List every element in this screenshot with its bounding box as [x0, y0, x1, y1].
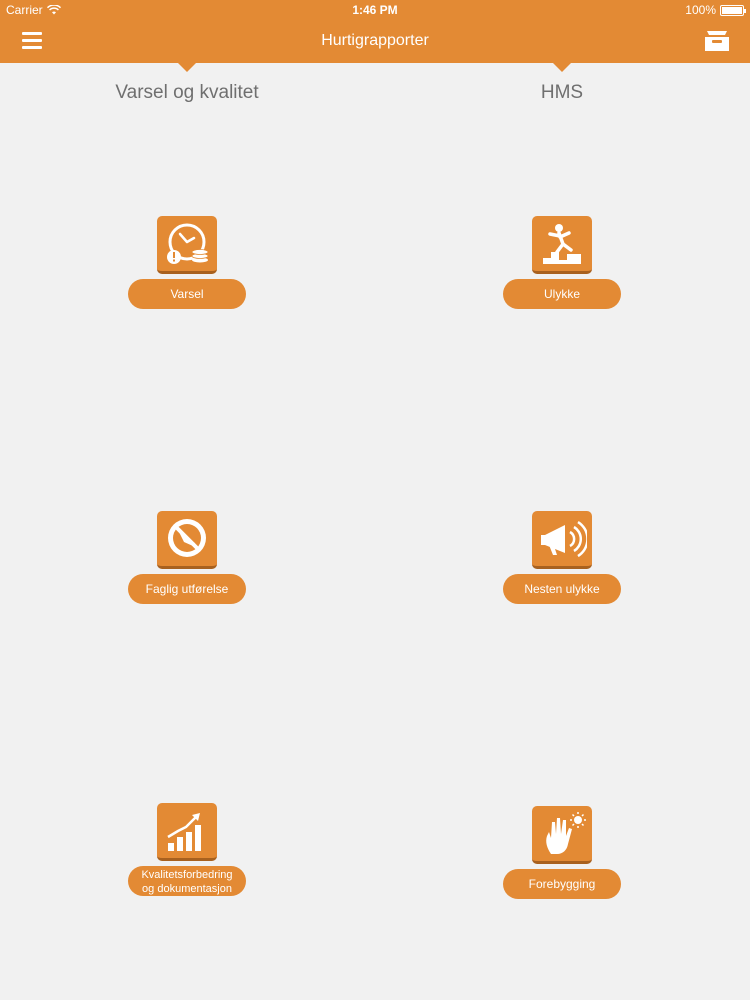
growth-chart-icon	[157, 803, 217, 861]
clock-warning-icon	[157, 216, 217, 274]
tile-label-forebygging[interactable]: Forebygging	[503, 869, 621, 899]
status-bar: Carrier 1:46 PM 100%	[0, 0, 750, 20]
battery-icon	[720, 4, 746, 16]
nav-bar: Hurtigrapporter	[0, 20, 750, 63]
tray-icon[interactable]	[704, 29, 730, 53]
tile-label-ulykke[interactable]: Ulykke	[503, 279, 621, 309]
page-title: Hurtigrapporter	[321, 32, 429, 49]
prohibited-tool-icon	[157, 511, 217, 569]
status-right: 100%	[685, 3, 746, 17]
status-time: 1:46 PM	[352, 3, 398, 17]
tile-label-line2: og dokumentasjon	[142, 883, 232, 895]
tile-label-kvalitetsforbedring[interactable]: Kvalitetsforbedring og dokumentasjon	[128, 866, 246, 896]
tile-label-faglig[interactable]: Faglig utførelse	[128, 574, 246, 604]
tile-label-line1: Kvalitetsforbedring	[141, 869, 233, 881]
tile-label-nesten-ulykke[interactable]: Nesten ulykke	[503, 574, 621, 604]
megaphone-icon	[532, 511, 592, 569]
falling-person-icon	[532, 216, 592, 274]
section-pointer-left	[177, 62, 197, 72]
battery-percent: 100%	[685, 3, 716, 17]
hand-idea-icon	[532, 806, 592, 864]
section-pointer-right	[552, 62, 572, 72]
tile-label-varsel[interactable]: Varsel	[128, 279, 246, 309]
section-title-hms[interactable]: HMS	[412, 82, 712, 104]
section-title-varsel[interactable]: Varsel og kvalitet	[37, 82, 337, 104]
